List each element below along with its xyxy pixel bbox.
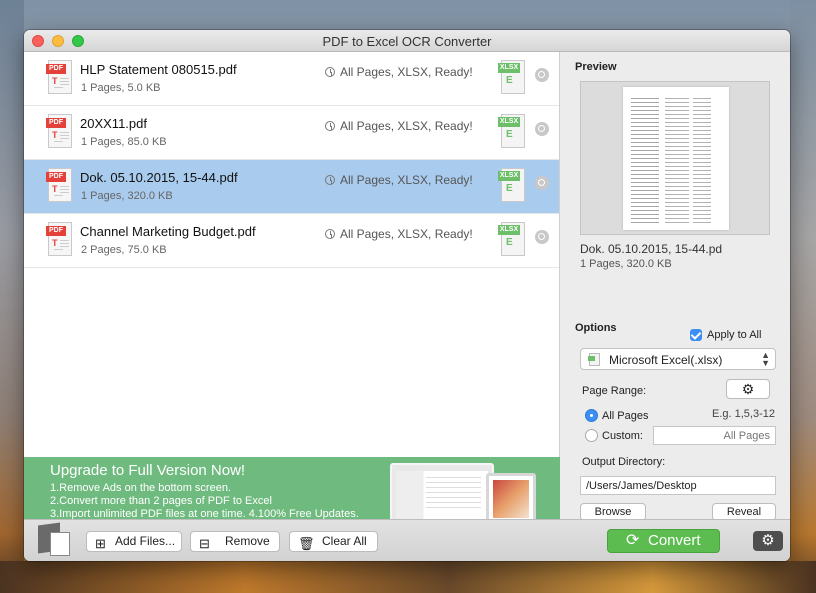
options-heading: Options [575, 322, 617, 334]
banner-device-image [390, 463, 540, 519]
pdf-file-icon: PDF T [46, 222, 74, 258]
file-name: Dok. 05.10.2015, 15-44.pdf [80, 170, 238, 185]
clock-icon [325, 175, 335, 185]
remove-button[interactable]: ⊟ Remove [190, 531, 280, 552]
banner-title: Upgrade to Full Version Now! [50, 462, 246, 479]
file-row[interactable]: PDF T HLP Statement 080515.pdf 1 Pages, 5… [24, 52, 559, 106]
output-directory-label: Output Directory: [582, 456, 666, 468]
trash-icon: 🗑 [298, 536, 315, 551]
xlsx-output-icon: XLSX E [498, 166, 526, 204]
output-format-select[interactable]: Microsoft Excel(.xlsx) ▲ ▼ [580, 348, 776, 370]
file-row-selected[interactable]: PDF T Dok. 05.10.2015, 15-44.pdf 1 Pages,… [24, 160, 559, 214]
convert-button[interactable]: ⟳ Convert [607, 529, 720, 553]
clear-all-button[interactable]: 🗑 Clear All [289, 531, 378, 552]
options-sidebar: Preview Dok. 05.10.2015, 15-44.pd 1 Page… [561, 52, 790, 521]
window-title: PDF to Excel OCR Converter [322, 34, 492, 49]
app-logo-icon [38, 522, 72, 558]
file-name: HLP Statement 080515.pdf [80, 62, 237, 77]
clock-icon [325, 229, 335, 239]
page-range-example: E.g. 1,5,3-12 [712, 408, 775, 420]
pdf-file-icon: PDF T [46, 114, 74, 150]
banner-line: 2.Convert more than 2 pages of PDF to Ex… [50, 495, 272, 507]
gear-icon: ⚙ [761, 532, 775, 549]
preview-heading: Preview [575, 61, 617, 73]
banner-line: 3.Import unlimited PDF files at one time… [50, 508, 359, 519]
custom-range-label: Custom: [602, 430, 643, 442]
file-row[interactable]: PDF T Channel Marketing Budget.pdf 2 Page… [24, 214, 559, 268]
add-file-icon: ⊞ [95, 536, 106, 551]
desktop-background-right [790, 0, 816, 593]
preview-magnifier-icon[interactable] [535, 230, 549, 244]
file-status[interactable]: All Pages, XLSX, Ready! [340, 119, 473, 133]
clock-icon [325, 67, 335, 77]
file-row[interactable]: PDF T 20XX11.pdf 1 Pages, 85.0 KB All Pag… [24, 106, 559, 160]
bottom-toolbar: ⊞ Add Files... ⊟ Remove 🗑 Clear All ⟳ Co… [24, 519, 790, 561]
settings-button[interactable]: ⚙ [753, 531, 783, 551]
page-range-settings-button[interactable]: ⚙ [726, 379, 770, 399]
pdf-file-icon: PDF T [46, 168, 74, 204]
desktop-background-left [0, 0, 24, 593]
file-name: 20XX11.pdf [80, 116, 147, 131]
preview-magnifier-icon[interactable] [535, 176, 549, 190]
xlsx-output-icon: XLSX E [498, 112, 526, 150]
clock-icon [325, 121, 335, 131]
file-status[interactable]: All Pages, XLSX, Ready! [340, 65, 473, 79]
preview-page [623, 87, 729, 230]
pdf-file-icon: PDF T [46, 60, 74, 96]
custom-range-input[interactable] [653, 426, 776, 445]
xlsx-output-icon: XLSX E [498, 58, 526, 96]
file-status[interactable]: All Pages, XLSX, Ready! [340, 173, 473, 187]
apply-to-all-checkbox[interactable] [690, 329, 702, 341]
excel-icon [588, 353, 600, 366]
file-status[interactable]: All Pages, XLSX, Ready! [340, 227, 473, 241]
preview-thumbnail[interactable] [580, 81, 770, 235]
chevron-up-down-icon: ▲ ▼ [761, 350, 770, 368]
app-window: PDF to Excel OCR Converter PDF T HLP Stat… [24, 30, 790, 561]
preview-magnifier-icon[interactable] [535, 68, 549, 82]
output-directory-input[interactable] [580, 476, 776, 495]
gear-icon: ⚙ [741, 381, 755, 397]
desktop-background-bottom [0, 561, 816, 593]
preview-magnifier-icon[interactable] [535, 122, 549, 136]
xlsx-output-icon: XLSX E [498, 220, 526, 258]
file-meta: 1 Pages, 320.0 KB [81, 190, 173, 202]
preview-file-name: Dok. 05.10.2015, 15-44.pd [580, 242, 723, 256]
page-range-label: Page Range: [582, 385, 647, 397]
output-format-value: Microsoft Excel(.xlsx) [609, 353, 723, 367]
preview-file-meta: 1 Pages, 320.0 KB [580, 258, 672, 270]
all-pages-label: All Pages [602, 410, 649, 422]
title-bar[interactable]: PDF to Excel OCR Converter [24, 30, 790, 52]
add-files-button[interactable]: ⊞ Add Files... [86, 531, 182, 552]
file-meta: 1 Pages, 85.0 KB [81, 136, 167, 148]
file-list[interactable]: PDF T HLP Statement 080515.pdf 1 Pages, 5… [24, 52, 560, 457]
custom-range-radio[interactable] [585, 429, 598, 442]
file-name: Channel Marketing Budget.pdf [80, 224, 256, 239]
file-meta: 1 Pages, 5.0 KB [81, 82, 161, 94]
all-pages-radio[interactable] [585, 409, 598, 422]
banner-line: 1.Remove Ads on the bottom screen. [50, 482, 231, 494]
upgrade-banner[interactable]: Upgrade to Full Version Now! 1.Remove Ad… [24, 457, 560, 519]
file-meta: 2 Pages, 75.0 KB [81, 244, 167, 256]
remove-file-icon: ⊟ [199, 536, 210, 551]
refresh-icon: ⟳ [626, 532, 640, 549]
apply-to-all-label: Apply to All [707, 329, 762, 341]
